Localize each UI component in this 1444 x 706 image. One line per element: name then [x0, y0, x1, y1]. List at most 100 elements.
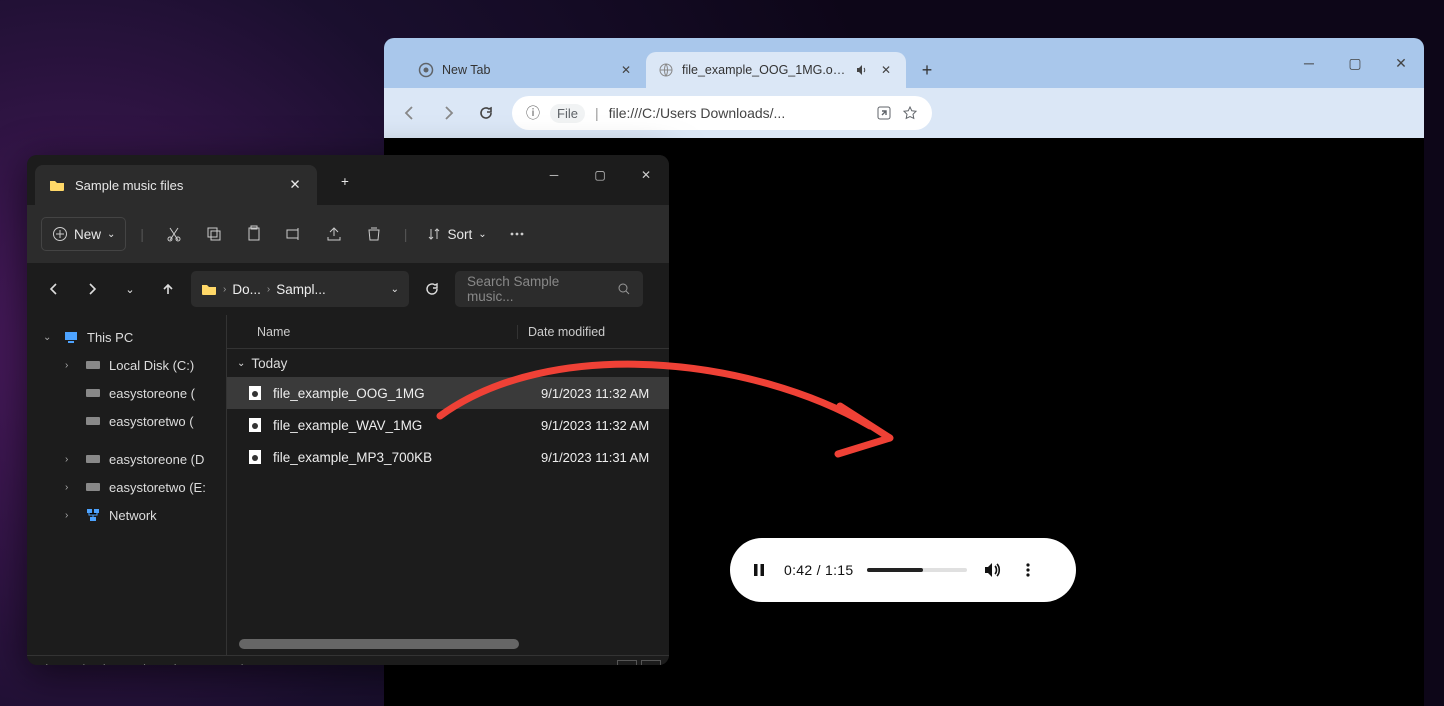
- view-buttons: ≡ ▦: [617, 660, 661, 666]
- file-row[interactable]: file_example_MP3_700KB 9/1/2023 11:31 AM: [227, 441, 669, 473]
- chevron-down-icon: ⌄: [107, 229, 115, 240]
- chevron-down-icon[interactable]: ⌄: [391, 284, 399, 295]
- drive-icon: [85, 479, 101, 495]
- back-button[interactable]: [39, 274, 69, 304]
- status-bar: 3 items | 1 item selected 0.98 MB | ≡ ▦: [27, 655, 669, 665]
- explorer-filelist: Name Date modified ⌄ Today file_example_…: [227, 315, 669, 655]
- speaker-icon[interactable]: [854, 62, 870, 78]
- sidebar-item-drive[interactable]: › easystoretwo (E:: [27, 473, 226, 501]
- audio-file-icon: [247, 385, 263, 401]
- folder-icon: [201, 281, 217, 297]
- drive-icon: [85, 451, 101, 467]
- up-button[interactable]: [153, 274, 183, 304]
- new-button[interactable]: New ⌄: [41, 217, 126, 251]
- audio-file-icon: [247, 449, 263, 465]
- explorer-body: ⌄ This PC › Local Disk (C:) easystoreone…: [27, 315, 669, 655]
- tab-title: file_example_OOG_1MG.ogg: [682, 63, 846, 77]
- chevron-right-icon: ›: [65, 510, 77, 521]
- drive-icon: [85, 357, 101, 373]
- drive-icon: [85, 385, 101, 401]
- globe-icon: [658, 62, 674, 78]
- network-icon: [85, 507, 101, 523]
- file-protocol-chip: File: [550, 104, 585, 123]
- forward-button[interactable]: [77, 274, 107, 304]
- thumbnail-view-button[interactable]: ▦: [641, 660, 661, 666]
- maximize-button[interactable]: ▢: [1332, 40, 1378, 86]
- more-menu-button[interactable]: [1017, 559, 1039, 581]
- horizontal-scrollbar[interactable]: [239, 639, 519, 649]
- bookmark-icon[interactable]: [902, 105, 918, 121]
- explorer-navbar: ⌄ › Do... › Sampl... ⌄ Search Sample mus…: [27, 263, 669, 315]
- sidebar-item-thispc[interactable]: ⌄ This PC: [27, 323, 226, 351]
- close-button[interactable]: ✕: [1378, 40, 1424, 86]
- time-display: 0:42 / 1:15: [784, 562, 853, 578]
- more-button[interactable]: [501, 218, 533, 250]
- chrome-toolbar: ⓘ File | file:///C:/Users Downloads/...: [384, 88, 1424, 138]
- progress-fill: [867, 568, 923, 572]
- chrome-tabstrip: New Tab ✕ file_example_OOG_1MG.ogg ✕ + ─…: [384, 38, 1424, 88]
- omnibox[interactable]: ⓘ File | file:///C:/Users Downloads/...: [512, 96, 932, 130]
- file-row[interactable]: file_example_WAV_1MG 9/1/2023 11:32 AM: [227, 409, 669, 441]
- sidebar-item-network[interactable]: › Network: [27, 501, 226, 529]
- tab-title: New Tab: [442, 63, 610, 77]
- sidebar-item-drive[interactable]: › Local Disk (C:): [27, 351, 226, 379]
- close-icon[interactable]: ✕: [287, 177, 303, 193]
- maximize-button[interactable]: ▢: [577, 155, 623, 195]
- minimize-button[interactable]: ─: [531, 155, 577, 195]
- monitor-icon: [63, 329, 79, 345]
- audio-file-icon: [247, 417, 263, 433]
- explorer-tab[interactable]: Sample music files ✕: [35, 165, 317, 205]
- file-row[interactable]: file_example_OOG_1MG 9/1/2023 11:32 AM: [227, 377, 669, 409]
- refresh-button[interactable]: [417, 274, 447, 304]
- drive-icon: [85, 413, 101, 429]
- column-header-name[interactable]: Name: [227, 325, 517, 339]
- chrome-tab-newtab[interactable]: New Tab ✕: [406, 52, 646, 88]
- close-icon[interactable]: ✕: [618, 62, 634, 78]
- chevron-right-icon: ›: [65, 360, 77, 371]
- close-icon[interactable]: ✕: [878, 62, 894, 78]
- paste-button[interactable]: [238, 218, 270, 250]
- search-placeholder: Search Sample music...: [467, 274, 609, 304]
- minimize-button[interactable]: ─: [1286, 40, 1332, 86]
- copy-button[interactable]: [198, 218, 230, 250]
- sidebar-item-drive[interactable]: easystoretwo (: [27, 407, 226, 435]
- file-explorer-window: Sample music files ✕ + ─ ▢ ✕ New ⌄ | | S…: [27, 155, 669, 665]
- sidebar-item-drive[interactable]: easystoreone (: [27, 379, 226, 407]
- sidebar-item-drive[interactable]: › easystoreone (D: [27, 445, 226, 473]
- share-icon[interactable]: [876, 105, 892, 121]
- pause-button[interactable]: [748, 559, 770, 581]
- chevron-down-icon: ⌄: [478, 229, 486, 240]
- group-header[interactable]: ⌄ Today: [227, 349, 669, 377]
- share-button[interactable]: [318, 218, 350, 250]
- breadcrumb[interactable]: › Do... › Sampl... ⌄: [191, 271, 409, 307]
- new-tab-button[interactable]: +: [912, 55, 942, 85]
- close-button[interactable]: ✕: [623, 155, 669, 195]
- chevron-right-icon: ›: [65, 454, 77, 465]
- chrome-tab-oggfile[interactable]: file_example_OOG_1MG.ogg ✕: [646, 52, 906, 88]
- chevron-right-icon: ›: [65, 482, 77, 493]
- folder-icon: [49, 177, 65, 193]
- details-view-button[interactable]: ≡: [617, 660, 637, 666]
- chrome-window-controls: ─ ▢ ✕: [1286, 38, 1424, 88]
- sort-button[interactable]: Sort ⌄: [421, 217, 492, 251]
- explorer-tab-title: Sample music files: [75, 178, 277, 193]
- recent-dropdown[interactable]: ⌄: [115, 274, 145, 304]
- explorer-window-controls: ─ ▢ ✕: [531, 155, 669, 195]
- search-box[interactable]: Search Sample music...: [455, 271, 643, 307]
- progress-bar[interactable]: [867, 568, 967, 572]
- delete-button[interactable]: [358, 218, 390, 250]
- chrome-logo-icon: [418, 62, 434, 78]
- rename-button[interactable]: [278, 218, 310, 250]
- column-headers: Name Date modified: [227, 315, 669, 349]
- explorer-new-tab[interactable]: +: [331, 167, 359, 195]
- info-icon: ⓘ: [526, 103, 540, 123]
- explorer-toolbar: New ⌄ | | Sort ⌄: [27, 205, 669, 263]
- back-button[interactable]: [398, 101, 422, 125]
- forward-button[interactable]: [436, 101, 460, 125]
- cut-button[interactable]: [158, 218, 190, 250]
- column-header-date[interactable]: Date modified: [517, 325, 657, 339]
- audio-player: 0:42 / 1:15: [730, 538, 1076, 602]
- reload-button[interactable]: [474, 101, 498, 125]
- volume-button[interactable]: [981, 559, 1003, 581]
- search-icon: [617, 282, 631, 296]
